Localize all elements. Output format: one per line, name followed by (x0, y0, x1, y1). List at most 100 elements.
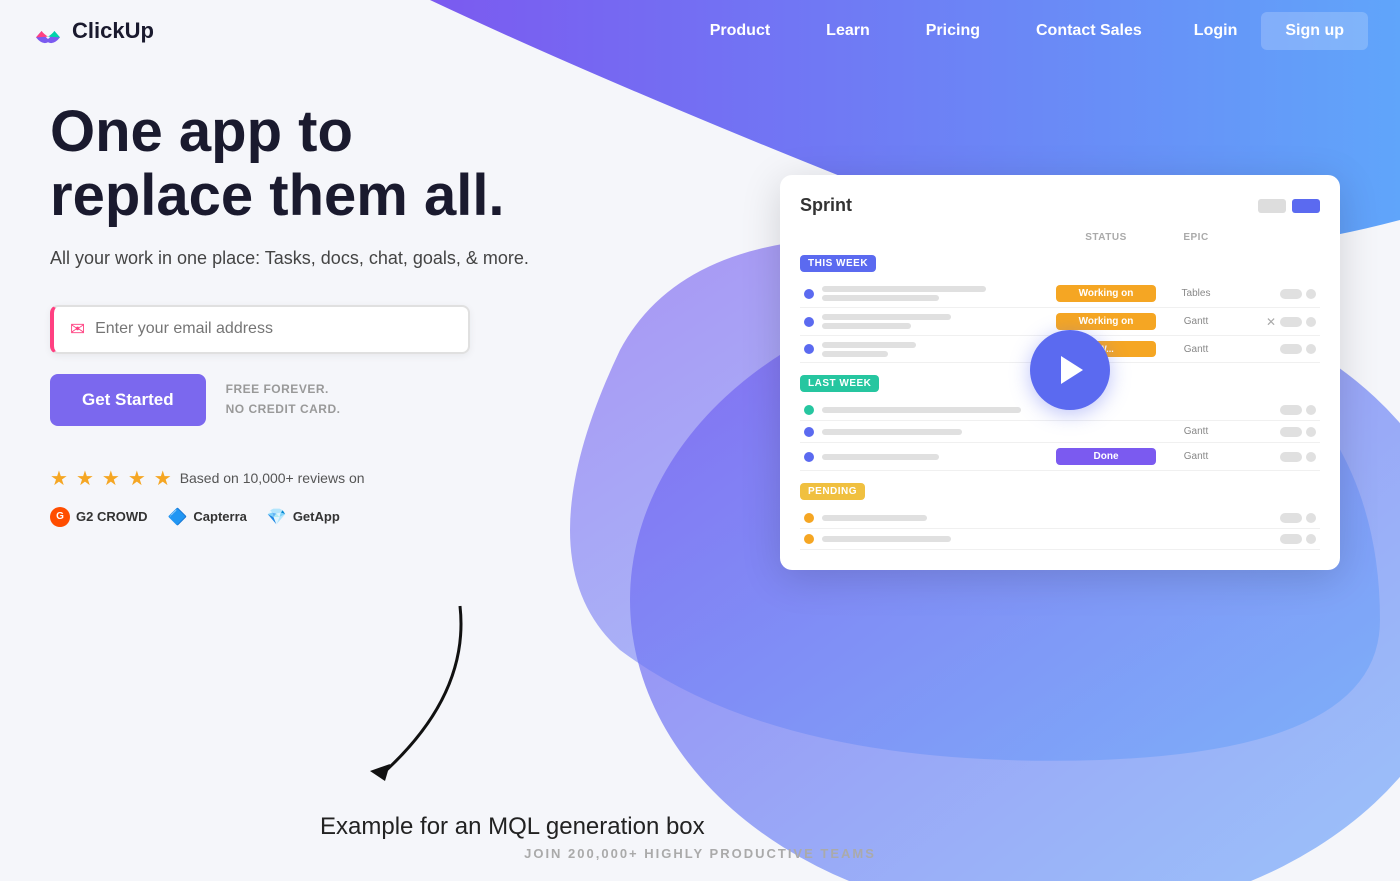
star-4: ★ (128, 466, 146, 491)
task-toggles (1236, 452, 1316, 462)
section-label-thisweek: THIS WEEK (800, 255, 876, 272)
star-3: ★ (102, 466, 120, 491)
task-bar-area (822, 314, 1056, 329)
reviews-text: Based on 10,000+ reviews on (180, 470, 365, 486)
get-started-button[interactable]: Get Started (50, 374, 206, 426)
col-headers: STATUS EPIC (800, 232, 1320, 243)
nav-contact-sales[interactable]: Contact Sales (1008, 22, 1170, 40)
nav-links: Product Learn Pricing Contact Sales (682, 22, 1170, 40)
badge-getapp: 💎 GetApp (267, 507, 340, 527)
card-title: Sprint (800, 195, 852, 216)
badge-capterra: 🔷 Capterra (168, 507, 247, 527)
task-dot (804, 452, 814, 462)
task-bar-area (822, 536, 1056, 542)
task-epic: Gantt (1156, 426, 1236, 437)
getapp-icon: 💎 (267, 507, 287, 527)
task-bar-area (822, 407, 1056, 413)
task-row: Done Gantt (800, 443, 1320, 471)
task-status (1056, 515, 1156, 521)
brand-name: ClickUp (72, 18, 154, 44)
task-toggles (1236, 427, 1316, 437)
task-status (1056, 429, 1156, 435)
task-bar (822, 429, 962, 435)
task-bar-area (822, 286, 1056, 301)
task-bar (822, 407, 1021, 413)
cta-row: Get Started FREE FOREVER. NO CREDIT CARD… (50, 374, 650, 426)
email-input[interactable] (95, 320, 452, 338)
task-row (800, 529, 1320, 550)
task-dot (804, 405, 814, 415)
task-toggles (1236, 289, 1316, 299)
navbar: ClickUp Product Learn Pricing Contact Sa… (0, 0, 1400, 62)
card-header: Sprint (800, 195, 1320, 216)
task-bar (822, 314, 951, 320)
task-bar (822, 515, 927, 521)
nav-learn[interactable]: Learn (798, 22, 898, 40)
task-epic: Tables (1156, 288, 1236, 299)
task-dot (804, 427, 814, 437)
card-controls (1258, 199, 1320, 213)
task-bar (822, 295, 939, 301)
logo-area[interactable]: ClickUp (32, 15, 154, 47)
star-2: ★ (76, 466, 94, 491)
play-button[interactable] (1030, 330, 1110, 410)
task-bar (822, 454, 939, 460)
annotation-text: Example for an MQL generation box (320, 813, 705, 841)
task-toggles: ✕ (1236, 315, 1316, 329)
task-bar (822, 536, 951, 542)
clickup-logo-icon (32, 15, 64, 47)
task-status (1056, 536, 1156, 542)
task-bar (822, 342, 916, 348)
hero-title: One app to replace them all. (50, 100, 650, 228)
g2-icon: G (50, 507, 70, 527)
badge-g2: G G2 CROWD (50, 507, 148, 527)
section-label-pending: PENDING (800, 483, 865, 500)
task-row: Working on Tables (800, 280, 1320, 308)
task-toggles (1236, 534, 1316, 544)
reviews-row: ★ ★ ★ ★ ★ Based on 10,000+ reviews on (50, 466, 650, 491)
task-toggles (1236, 513, 1316, 523)
hero-section: One app to replace them all. All your wo… (50, 100, 650, 527)
task-dot (804, 317, 814, 327)
badges-row: G G2 CROWD 🔷 Capterra 💎 GetApp (50, 507, 650, 527)
task-dot (804, 344, 814, 354)
hero-subtitle: All your work in one place: Tasks, docs,… (50, 248, 650, 269)
task-dot (804, 513, 814, 523)
task-bar (822, 286, 986, 292)
task-bar-area (822, 429, 1056, 435)
nav-login[interactable]: Login (1170, 22, 1262, 40)
task-dot (804, 534, 814, 544)
task-status: Working on (1056, 313, 1156, 330)
annotation-arrow (300, 596, 500, 796)
play-triangle-icon (1061, 356, 1083, 384)
task-epic: Gantt (1156, 451, 1236, 462)
section-pending: PENDING (800, 479, 1320, 550)
footer-text: JOIN 200,000+ HIGHLY PRODUCTIVE TEAMS (524, 846, 876, 861)
free-text: FREE FOREVER. NO CREDIT CARD. (226, 380, 341, 418)
annotation-container: Example for an MQL generation box (300, 596, 500, 801)
task-row (800, 508, 1320, 529)
nav-signup-button[interactable]: Sign up (1261, 12, 1368, 50)
star-1: ★ (50, 466, 68, 491)
task-bar (822, 323, 911, 329)
nav-pricing[interactable]: Pricing (898, 22, 1008, 40)
task-epic: Gantt (1156, 316, 1236, 327)
task-row: Gantt (800, 421, 1320, 443)
section-label-lastweek: LAST WEEK (800, 375, 879, 392)
task-bar-area (822, 454, 1056, 460)
email-input-container: ✉ (50, 305, 470, 354)
task-status: Done (1056, 448, 1156, 465)
ctrl-rect-1 (1258, 199, 1286, 213)
task-bar-area (822, 515, 1056, 521)
task-bar-area (822, 342, 1056, 357)
task-epic: Gantt (1156, 344, 1236, 355)
task-toggles (1236, 344, 1316, 354)
task-status: Working on (1056, 285, 1156, 302)
email-icon: ✉ (70, 319, 85, 340)
capterra-icon: 🔷 (168, 507, 188, 527)
task-dot (804, 289, 814, 299)
star-5: ★ (154, 466, 172, 491)
ctrl-rect-2 (1292, 199, 1320, 213)
nav-product[interactable]: Product (682, 22, 798, 40)
task-toggles (1236, 405, 1316, 415)
